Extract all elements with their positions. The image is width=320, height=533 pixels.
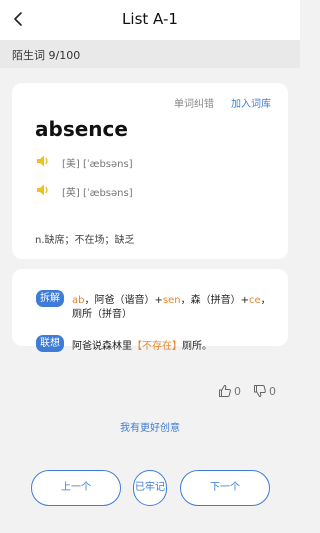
report-error-link[interactable]: 单词纠错 xyxy=(174,95,214,110)
split-text: ab，阿爸（谐音）+sen，森（拼音）+ce， xyxy=(72,291,271,306)
progress-bar: 陌生词 9/100 xyxy=(0,40,300,68)
next-button[interactable]: 下一个 xyxy=(180,470,270,506)
association-text: 阿爸说森林里【不存在】厕所。 xyxy=(72,337,212,352)
phonetic-us: [美] [ˈæbsəns] xyxy=(62,159,133,170)
like-button[interactable]: 0 xyxy=(218,383,241,399)
association-tag: 联想 xyxy=(36,335,64,352)
memorized-button[interactable]: 已牢记 xyxy=(133,470,167,506)
association-highlight: 【不存在】 xyxy=(132,341,182,352)
speaker-icon[interactable] xyxy=(35,182,51,198)
thumbs-down-icon xyxy=(254,385,266,398)
association-after: 厕所。 xyxy=(182,341,212,352)
previous-button[interactable]: 上一个 xyxy=(31,470,121,506)
split-part-text: ， xyxy=(260,295,271,306)
progress-text: 陌生词 9/100 xyxy=(12,47,80,63)
dislike-button[interactable]: 0 xyxy=(253,383,276,399)
split-part-text: ，森（拼音）+ xyxy=(180,295,249,306)
split-tag: 拆解 xyxy=(36,290,64,307)
mnemonic-card: 拆解 ab，阿爸（谐音）+sen，森（拼音）+ce， 厕所（拼音） 联想 阿爸说… xyxy=(12,269,288,352)
phonetic-uk: [英] [ˈæbsəns] xyxy=(62,188,133,199)
page-title: List A-1 xyxy=(122,10,178,28)
add-to-wordbook-link[interactable]: 加入词库 xyxy=(231,95,271,110)
split-part-ce: ce xyxy=(248,295,261,306)
like-count: 0 xyxy=(234,384,241,398)
split-part-sen: sen xyxy=(162,295,181,306)
progress-label: 陌生词 xyxy=(12,49,45,62)
speaker-icon[interactable] xyxy=(35,153,51,169)
top-bar: List A-1 xyxy=(0,0,300,40)
split-text-line2: 厕所（拼音） xyxy=(72,309,132,320)
word-headword: absence xyxy=(35,117,128,141)
word-card: 单词纠错 加入词库 absence [美] [ˈæbsəns] [英] [ˈæb… xyxy=(12,83,288,259)
association-before: 阿爸说森林里 xyxy=(72,341,132,352)
progress-count: 9/100 xyxy=(48,49,81,62)
word-meaning: n.缺席；不在场；缺乏 xyxy=(35,235,135,246)
thumbs-up-icon xyxy=(219,384,231,397)
better-idea-link[interactable]: 我有更好创意 xyxy=(0,419,300,434)
dislike-count: 0 xyxy=(269,384,276,398)
